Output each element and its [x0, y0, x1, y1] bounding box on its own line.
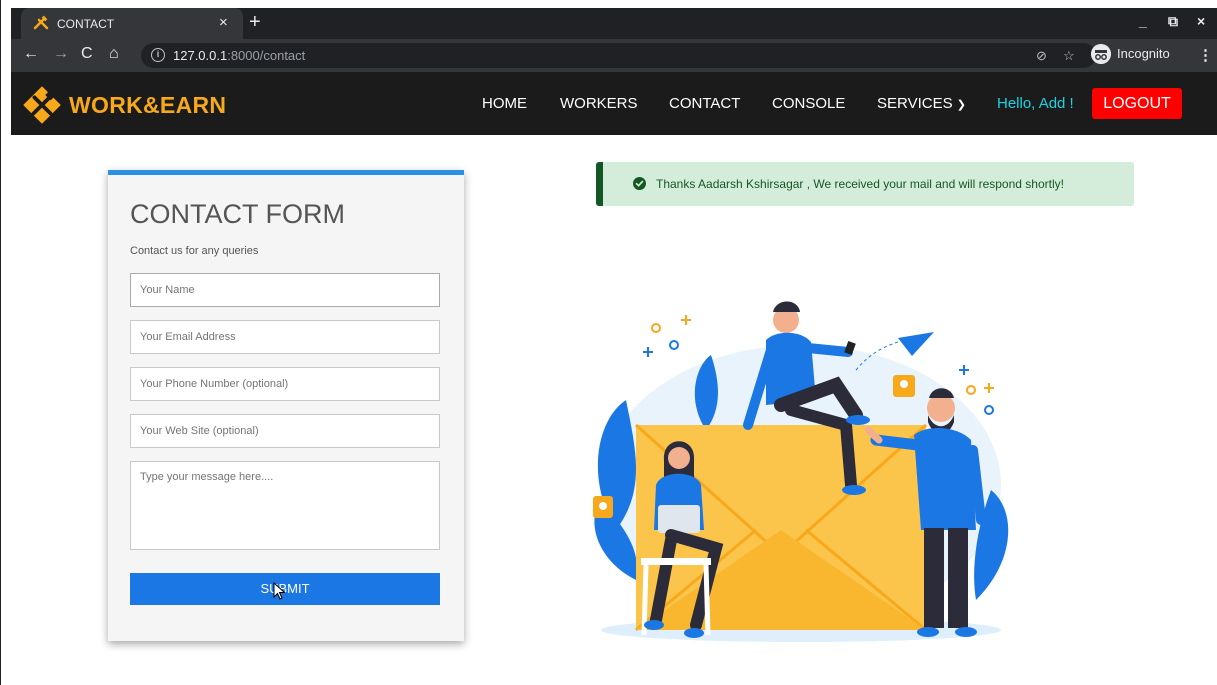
- tab-title: CONTACT: [57, 17, 115, 31]
- brand-name: WORK&EARN: [69, 92, 227, 118]
- check-circle-icon: [633, 177, 646, 190]
- address-bar[interactable]: i 127.0.0.1:8000/contact ⊘ ☆: [141, 43, 1096, 68]
- new-tab-icon[interactable]: +: [249, 11, 261, 34]
- tab-close-icon[interactable]: ×: [219, 14, 228, 31]
- site-navbar: WORK&EARN HOME WORKERS CONTACT CONSOLE S…: [11, 72, 1217, 135]
- back-arrow-icon[interactable]: ←: [23, 45, 39, 63]
- window-close-icon[interactable]: ×: [1197, 13, 1205, 29]
- logout-button[interactable]: LOGOUT: [1092, 88, 1182, 119]
- contact-form-card: CONTACT FORM Contact us for any queries …: [108, 170, 464, 641]
- contact-illustration: [593, 301, 1009, 642]
- tab-contact[interactable]: CONTACT ×: [21, 8, 243, 39]
- message-textarea[interactable]: [130, 461, 440, 550]
- incognito-label: Incognito: [1117, 46, 1170, 61]
- reload-icon[interactable]: C: [81, 45, 93, 63]
- bookmark-star-icon[interactable]: ☆: [1063, 48, 1075, 64]
- nav-contact[interactable]: CONTACT: [669, 95, 740, 112]
- url-text: 127.0.0.1:8000/contact: [173, 48, 306, 63]
- minimize-icon[interactable]: _: [1139, 13, 1147, 29]
- phone-input[interactable]: [130, 367, 440, 401]
- success-alert: Thanks Aadarsh Kshirsagar , We received …: [596, 162, 1134, 206]
- forward-arrow-icon[interactable]: →: [53, 45, 69, 63]
- tracking-off-icon[interactable]: ⊘: [1036, 48, 1047, 64]
- tab-strip: CONTACT × + _ ⧉ ×: [11, 8, 1217, 39]
- browser-toolbar: ← → C ⌂ i 127.0.0.1:8000/contact ⊘ ☆ Inc…: [11, 39, 1217, 72]
- info-icon[interactable]: i: [151, 48, 165, 62]
- menu-kebab-icon[interactable]: ⋮: [1198, 46, 1213, 64]
- home-icon[interactable]: ⌂: [109, 45, 119, 63]
- alert-message: Thanks Aadarsh Kshirsagar , We received …: [656, 177, 1064, 191]
- brand-logo-icon: [23, 86, 61, 124]
- mouse-cursor-icon: [273, 582, 286, 600]
- name-input[interactable]: [130, 273, 440, 307]
- chevron-down-icon: ❯: [956, 99, 966, 111]
- nav-workers[interactable]: WORKERS: [560, 95, 638, 112]
- browser-window: CONTACT × + _ ⧉ × ← → C ⌂ i 127.0.0.1:80…: [0, 0, 1217, 685]
- tools-icon: [33, 15, 49, 30]
- nav-services[interactable]: SERVICES ❯: [877, 95, 966, 112]
- restore-icon[interactable]: ⧉: [1168, 13, 1178, 30]
- incognito-icon: [1091, 44, 1111, 64]
- form-subtitle: Contact us for any queries: [130, 245, 259, 257]
- form-title: CONTACT FORM: [130, 199, 345, 229]
- user-greeting: Hello, Add !: [997, 95, 1074, 112]
- website-input[interactable]: [130, 414, 440, 448]
- nav-home[interactable]: HOME: [482, 95, 527, 112]
- nav-console[interactable]: CONSOLE: [772, 95, 845, 112]
- email-input[interactable]: [130, 320, 440, 354]
